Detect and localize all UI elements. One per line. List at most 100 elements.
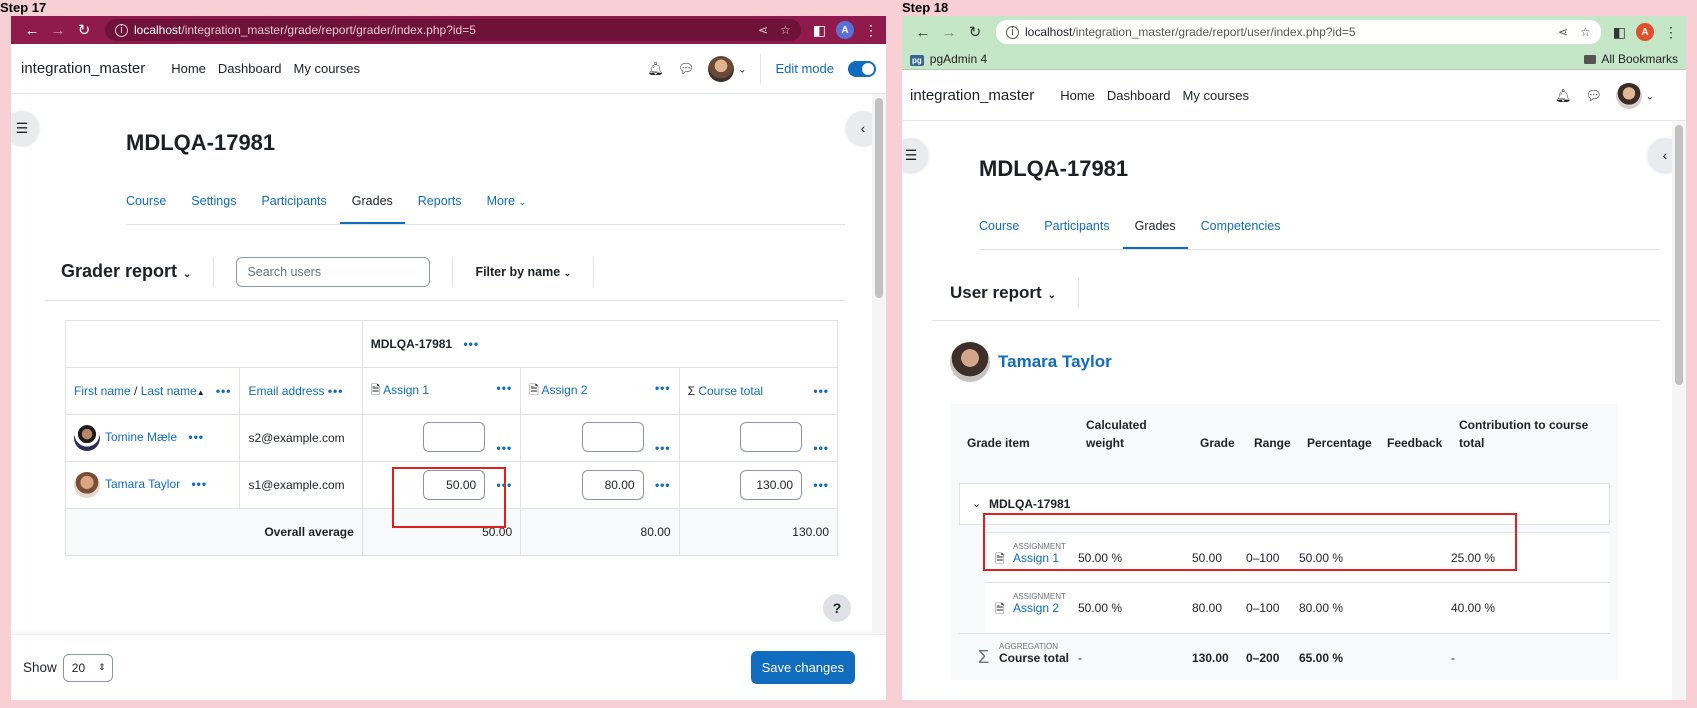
address-bar[interactable]: i localhost/integration_master/grade/rep… (105, 19, 801, 41)
side-panel-icon[interactable]: ◧ (1613, 24, 1626, 41)
total-actions-icon[interactable]: ••• (813, 384, 829, 398)
per-page-select[interactable]: 20 ⇕ (62, 653, 113, 682)
cell-actions-icon[interactable]: ••• (813, 441, 829, 455)
chevron-down-icon[interactable]: ⌄ (972, 497, 981, 510)
student-actions-icon[interactable]: ••• (191, 477, 207, 491)
user-name-link[interactable]: Tamara Taylor (998, 352, 1112, 372)
bookmark-star-icon[interactable]: ☆ (1580, 25, 1591, 39)
bookmark-pgadmin[interactable]: pg pgAdmin 4 (910, 52, 987, 66)
share-icon[interactable]: ⋖ (758, 23, 768, 37)
cell-actions-icon[interactable]: ••• (655, 478, 671, 492)
item-link[interactable]: Assign 2 (1013, 601, 1059, 615)
cell-actions-icon[interactable]: ••• (655, 441, 671, 455)
student-link[interactable]: Tamara Taylor (105, 477, 180, 491)
cell-actions-icon[interactable]: ••• (813, 478, 829, 492)
sort-email[interactable]: Email address (248, 384, 324, 398)
avatar (1615, 82, 1642, 109)
nav-home[interactable]: Home (171, 61, 206, 76)
user-menu[interactable]: ⌄ (708, 55, 746, 82)
help-button[interactable]: ? (823, 594, 851, 622)
student-cell: Tomine Mæle ••• (64, 414, 241, 462)
tab-course[interactable]: Course (979, 219, 1019, 249)
report-selector[interactable]: Grader report ⌄ (61, 261, 191, 282)
student-actions-icon[interactable]: ••• (188, 430, 204, 444)
email-actions-icon[interactable]: ••• (328, 384, 344, 398)
grade-input[interactable] (740, 421, 803, 452)
site-brand[interactable]: integration_master (910, 87, 1034, 104)
back-icon[interactable]: ← (19, 22, 45, 39)
tab-reports[interactable]: Reports (418, 194, 462, 224)
forward-icon[interactable]: → (936, 24, 962, 41)
chat-icon[interactable]: 💬︎ (1585, 88, 1602, 104)
sort-last-name[interactable]: Last name (141, 384, 197, 398)
grade-input[interactable]: 80.00 (581, 470, 644, 500)
header-row: First name / Last name▲ ••• Email addres… (64, 367, 839, 415)
nav-dashboard[interactable]: Dashboard (1107, 88, 1171, 103)
tab-participants[interactable]: Participants (261, 194, 326, 224)
student-link[interactable]: Tomine Mæle (105, 430, 177, 444)
course-index-button[interactable]: ☰ (902, 138, 928, 172)
nav-dashboard[interactable]: Dashboard (218, 61, 282, 76)
name-actions-icon[interactable]: ••• (216, 384, 232, 398)
reload-icon[interactable]: ↻ (962, 23, 988, 41)
bell-icon[interactable]: 🔔︎ (1555, 88, 1572, 104)
address-bar[interactable]: i localhost/integration_master/grade/rep… (996, 20, 1601, 44)
assignment-icon: 🗎︎ (370, 382, 381, 397)
site-brand[interactable]: integration_master (21, 60, 145, 77)
category-name: MDLQA-17981 (370, 337, 453, 351)
bell-icon[interactable]: 🔔︎ (647, 61, 664, 77)
user-menu[interactable]: ⌄ (1615, 82, 1654, 109)
tab-competencies[interactable]: Competencies (1201, 219, 1281, 249)
grade-input[interactable]: 130.00 (740, 470, 803, 500)
scrollbar-thumb[interactable] (875, 98, 883, 298)
scrollbar[interactable] (1672, 121, 1686, 700)
scrollbar[interactable] (872, 94, 886, 634)
info-icon[interactable]: i (1006, 25, 1019, 39)
save-changes-button[interactable]: Save changes (750, 651, 855, 684)
nav-home[interactable]: Home (1060, 88, 1095, 103)
search-users-input[interactable]: Search users (236, 256, 431, 287)
share-icon[interactable]: ⋖ (1558, 25, 1568, 39)
col-contribution-line1: Contribution to course (1459, 418, 1589, 432)
chrome-menu-icon[interactable]: ⋮ (1664, 24, 1678, 41)
tab-participants[interactable]: Participants (1044, 219, 1109, 249)
report-selector[interactable]: User report ⌄ (950, 283, 1056, 303)
grade-input[interactable] (423, 421, 486, 452)
chrome-menu-icon[interactable]: ⋮ (864, 22, 878, 39)
chat-icon[interactable]: 💬︎ (678, 61, 695, 77)
nav-my-courses[interactable]: My courses (1183, 88, 1249, 103)
bookmark-star-icon[interactable]: ☆ (780, 23, 791, 37)
assign2-actions-icon[interactable]: ••• (655, 381, 671, 395)
avatar (950, 342, 990, 382)
cell-actions-icon[interactable]: ••• (497, 441, 513, 455)
side-panel-icon[interactable]: ◧ (813, 22, 826, 39)
assign1-actions-icon[interactable]: ••• (497, 381, 513, 395)
nav-my-courses[interactable]: My courses (294, 61, 360, 76)
forward-icon[interactable]: → (45, 22, 71, 39)
tab-more[interactable]: More ⌄ (487, 194, 527, 224)
assign2-link[interactable]: Assign 2 (541, 383, 587, 397)
tab-grades[interactable]: Grades (339, 194, 405, 224)
all-bookmarks[interactable]: All Bookmarks (1584, 52, 1678, 66)
profile-avatar[interactable]: A (1636, 23, 1654, 41)
course-index-button[interactable]: ☰ (11, 111, 39, 145)
tab-settings[interactable]: Settings (191, 194, 236, 224)
tab-course[interactable]: Course (126, 194, 166, 224)
tab-grades[interactable]: Grades (1122, 219, 1188, 249)
edit-mode-toggle[interactable] (848, 60, 876, 77)
sort-first-name[interactable]: First name (74, 384, 131, 398)
total-link[interactable]: Course total (698, 384, 763, 398)
info-icon[interactable]: i (115, 23, 128, 37)
url-host: localhost (134, 23, 182, 37)
filter-by-name-button[interactable]: Filter by name ⌄ (475, 265, 571, 279)
reload-icon[interactable]: ↻ (71, 21, 97, 39)
assign1-link[interactable]: Assign 1 (383, 383, 429, 397)
divider (1078, 278, 1080, 308)
back-icon[interactable]: ← (910, 24, 936, 41)
grader-report-window: ← → ↻ i localhost/integration_master/gra… (11, 16, 886, 700)
profile-avatar[interactable]: A (836, 21, 854, 39)
scrollbar-thumb[interactable] (1675, 125, 1683, 385)
col-weight-line2: weight (1086, 436, 1124, 450)
grade-input[interactable] (581, 421, 644, 452)
category-actions-icon[interactable]: ••• (463, 337, 479, 351)
